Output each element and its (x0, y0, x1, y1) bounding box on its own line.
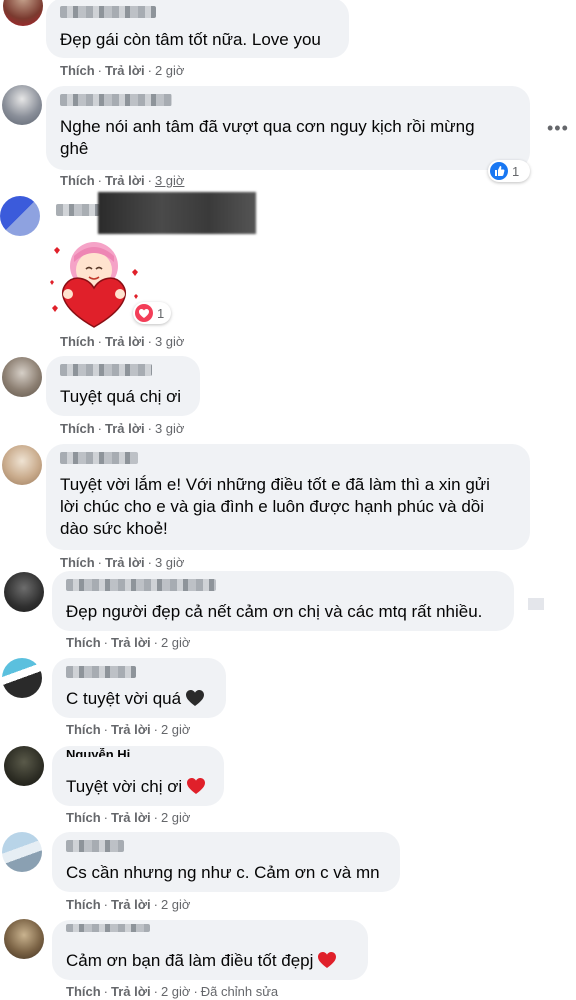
avatar[interactable] (4, 572, 44, 612)
reply-button[interactable]: Trả lời (105, 555, 145, 570)
reply-button[interactable]: Trả lời (105, 63, 145, 78)
reply-button[interactable]: Trả lời (105, 173, 145, 188)
timestamp[interactable]: 2 giờ (161, 810, 191, 825)
comment-bubble: Đẹp gái còn tâm tốt nữa. Love you (46, 0, 349, 58)
commenter-name[interactable] (60, 6, 156, 18)
timestamp[interactable]: 2 giờ (161, 897, 191, 912)
blurred-name-block (98, 192, 256, 234)
timestamp[interactable]: 2 giờ (161, 722, 191, 737)
reply-button[interactable]: Trả lời (111, 984, 151, 999)
comment-actions: Thích · Trả lời · 3 giờ (60, 555, 185, 570)
comment-actions: Thích · Trả lời · 2 giờ (66, 635, 191, 650)
comment-text-line: Nghe nói anh tâm đã vượt qua cơn nguy kị… (60, 117, 475, 136)
commenter-name[interactable] (56, 204, 100, 216)
edited-label[interactable]: Đã chỉnh sửa (201, 984, 278, 999)
commenter-name[interactable] (60, 364, 152, 376)
like-button[interactable]: Thích (66, 810, 101, 825)
commenter-name[interactable] (66, 666, 136, 678)
comment-text: Tuyệt quá chị ơi (60, 387, 182, 406)
comment-text-line: lời chúc cho e và gia đình e luôn được h… (60, 497, 485, 516)
comment-bubble: Nghe nói anh tâm đã vượt qua cơn nguy kị… (46, 86, 530, 170)
like-button[interactable]: Thích (66, 984, 101, 999)
like-button[interactable]: Thích (66, 722, 101, 737)
commenter-name[interactable] (66, 579, 216, 591)
comment-text: Tuyệt vời chị ơi (66, 776, 206, 798)
comment-text: Cs cần nhưng ng như c. Cảm ơn c và mn (66, 863, 380, 882)
comment-actions: Thích · Trả lời · 3 giờ (60, 421, 185, 436)
comment-actions: Thích · Trả lời · 2 giờ (66, 897, 191, 912)
reaction-count: 1 (512, 163, 520, 179)
avatar[interactable] (0, 196, 40, 236)
comment-bubble: Nguyễn Hi Tuyệt vời chị ơi (52, 746, 224, 806)
comment-bubble: Tuyệt vời lắm e! Với những điều tốt e đã… (46, 444, 530, 550)
comment-text-value: C tuyệt vời quá (66, 689, 182, 708)
heart-girl-sticker[interactable] (44, 232, 144, 332)
reaction-badge[interactable]: 1 (488, 160, 530, 182)
timestamp[interactable]: 3 giờ (155, 334, 185, 349)
timestamp[interactable]: 2 giờ (155, 63, 185, 78)
comment-text-line: ghê (60, 139, 89, 158)
comment-actions: Thích · Trả lời · 2 giờ (66, 722, 191, 737)
reply-button[interactable]: Trả lời (105, 334, 145, 349)
comment-bubble: Cs cần nhưng ng như c. Cảm ơn c và mn (52, 832, 400, 892)
comment-text-value: Tuyệt vời chị ơi (66, 777, 183, 796)
comment-actions: Thích · Trả lời · 2 giờ (66, 810, 191, 825)
timestamp[interactable]: 2 giờ (161, 984, 191, 999)
commenter-name[interactable] (60, 94, 172, 106)
like-button[interactable]: Thích (66, 897, 101, 912)
avatar[interactable] (4, 746, 44, 786)
like-button[interactable]: Thích (60, 334, 95, 349)
comment-bubble: Đẹp người đẹp cả nết cảm ơn chị và các m… (52, 571, 514, 631)
avatar[interactable] (2, 658, 42, 698)
comment-actions: Thích · Trả lời · 3 giờ (60, 334, 185, 349)
like-reaction-icon (490, 162, 508, 180)
comment-text-line: dào sức khoẻ! (60, 519, 168, 538)
timestamp[interactable]: 3 giờ (155, 421, 185, 436)
comment-actions: Thích · Trả lời · 2 giờ · Đã chỉnh sửa (66, 984, 279, 999)
comment-actions: Thích · Trả lời · 2 giờ (60, 63, 185, 78)
commenter-name-partial[interactable]: Nguyễn Hi (66, 748, 130, 757)
like-button[interactable]: Thích (60, 421, 95, 436)
comment-actions: Thích · Trả lời · 3 giờ (60, 173, 185, 188)
reaction-count: 1 (157, 305, 165, 321)
like-button[interactable]: Thích (60, 173, 95, 188)
avatar[interactable] (2, 832, 42, 872)
avatar[interactable] (3, 0, 43, 26)
comment-text-value: Cảm ơn bạn đã làm điều tốt đẹpj (66, 951, 314, 970)
avatar[interactable] (2, 445, 42, 485)
more-options-icon[interactable]: ••• (547, 118, 569, 139)
black-heart-emoji-icon (186, 690, 205, 706)
love-reaction-icon (135, 304, 153, 322)
comment-text-line: Tuyệt vời lắm e! Với những điều tốt e đã… (60, 475, 490, 494)
comment-text: Đẹp gái còn tâm tốt nữa. Love you (60, 30, 321, 49)
like-button[interactable]: Thích (66, 635, 101, 650)
commenter-name[interactable] (66, 840, 124, 852)
reaction-badge[interactable]: 1 (133, 302, 171, 324)
avatar[interactable] (2, 357, 42, 397)
like-button[interactable]: Thích (60, 555, 95, 570)
comment-text: Đẹp người đẹp cả nết cảm ơn chị và các m… (66, 602, 483, 621)
reply-button[interactable]: Trả lời (111, 897, 151, 912)
comment-text: C tuyệt vời quá (66, 688, 205, 710)
comment-bubble: C tuyệt vời quá (52, 658, 226, 718)
timestamp[interactable]: 3 giờ (155, 555, 185, 570)
comment-bubble: Tuyệt quá chị ơi (46, 356, 200, 416)
reply-button[interactable]: Trả lời (111, 635, 151, 650)
like-button[interactable]: Thích (60, 63, 95, 78)
comment-text: Cảm ơn bạn đã làm điều tốt đẹpj (66, 950, 337, 972)
reply-button[interactable]: Trả lời (105, 421, 145, 436)
commenter-name[interactable] (66, 924, 150, 932)
reply-button[interactable]: Trả lời (111, 722, 151, 737)
red-heart-emoji-icon (318, 952, 337, 968)
blur-artifact (528, 598, 544, 610)
red-heart-emoji-icon (187, 778, 206, 794)
avatar[interactable] (4, 919, 44, 959)
reply-button[interactable]: Trả lời (111, 810, 151, 825)
timestamp[interactable]: 2 giờ (161, 635, 191, 650)
comment-bubble: Cảm ơn bạn đã làm điều tốt đẹpj (52, 920, 368, 980)
timestamp[interactable]: 3 giờ (155, 173, 185, 188)
commenter-name[interactable] (60, 452, 138, 464)
avatar[interactable] (2, 85, 42, 125)
